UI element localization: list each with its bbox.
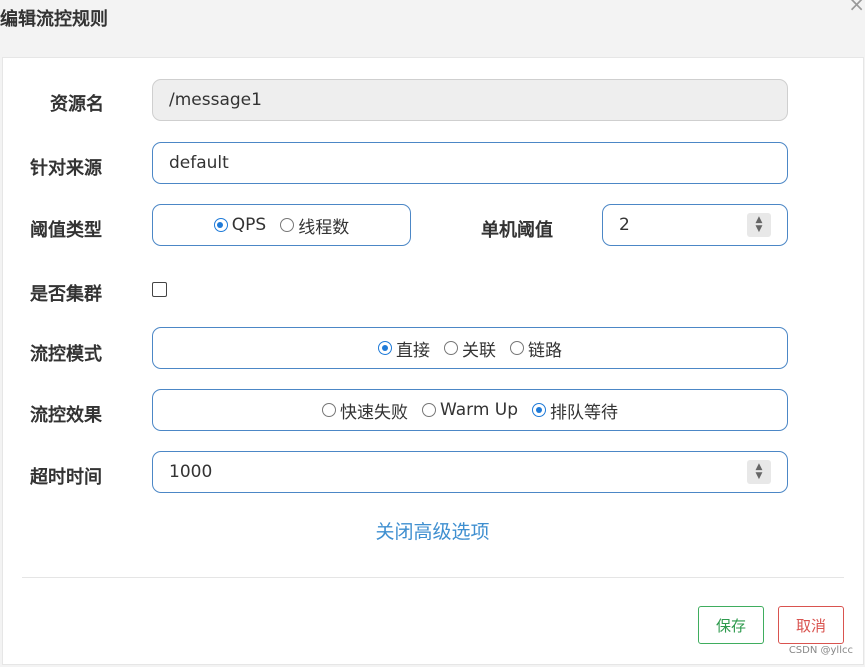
resource-input <box>169 80 743 120</box>
strategy-option-direct-label: 直接 <box>396 340 430 361</box>
behavior-option-warm-up-label: Warm Up <box>439 400 519 420</box>
timeout-input[interactable] <box>169 452 709 492</box>
behavior-option-warm-up[interactable]: Warm Up <box>421 400 519 420</box>
strategy-option-chain[interactable]: 链路 <box>510 336 562 361</box>
strategy-radio-group: 直接 关联 链路 <box>152 327 788 369</box>
limit-app-label: 针对来源 <box>30 158 102 179</box>
radio-unchecked-icon[interactable] <box>280 218 295 232</box>
radio-checked-icon[interactable] <box>213 218 228 232</box>
radio-unchecked-icon[interactable] <box>510 341 524 355</box>
count-field[interactable]: ▲ ▼ <box>602 204 788 246</box>
resource-field <box>152 79 788 121</box>
chevron-down-icon[interactable]: ▼ <box>756 225 763 234</box>
radio-unchecked-icon[interactable] <box>321 403 336 417</box>
timeout-stepper[interactable]: ▲ ▼ <box>747 460 771 484</box>
count-label: 单机阈值 <box>481 220 553 241</box>
grade-radio-group: QPS 线程数 <box>152 204 411 246</box>
resource-label: 资源名 <box>50 94 104 115</box>
limit-app-input[interactable] <box>169 143 743 183</box>
radio-checked-icon[interactable] <box>378 341 392 355</box>
grade-option-thread-label: 线程数 <box>298 217 350 238</box>
chevron-down-icon[interactable]: ▼ <box>756 472 763 481</box>
grade-label: 阈值类型 <box>30 220 102 241</box>
watermark: CSDN @yllcc <box>788 645 853 656</box>
timeout-label: 超时时间 <box>30 467 102 488</box>
behavior-option-queue-label: 排队等待 <box>550 402 619 423</box>
dialog-title: 编辑流控规则 <box>0 9 108 30</box>
divider <box>22 577 844 578</box>
behavior-option-queue[interactable]: 排队等待 <box>532 398 618 423</box>
grade-option-qps[interactable]: QPS <box>213 215 267 235</box>
strategy-label: 流控模式 <box>30 344 102 365</box>
strategy-option-relate-label: 关联 <box>462 340 496 361</box>
cluster-label: 是否集群 <box>30 284 102 305</box>
save-button[interactable]: 保存 <box>698 606 764 644</box>
radio-unchecked-icon[interactable] <box>444 341 458 355</box>
strategy-option-direct[interactable]: 直接 <box>378 336 430 361</box>
grade-option-qps-label: QPS <box>231 215 267 235</box>
behavior-option-fail-fast[interactable]: 快速失败 <box>321 398 408 423</box>
radio-unchecked-icon[interactable] <box>421 403 436 417</box>
toggle-advanced-link[interactable]: 关闭高级选项 <box>0 517 865 544</box>
cancel-button[interactable]: 取消 <box>778 606 844 644</box>
control-behavior-radio-group: 快速失败 Warm Up 排队等待 <box>152 389 788 431</box>
behavior-option-fail-fast-label: 快速失败 <box>339 402 408 423</box>
strategy-option-chain-label: 链路 <box>528 340 562 361</box>
grade-option-thread[interactable]: 线程数 <box>280 213 349 238</box>
cluster-checkbox[interactable] <box>152 282 167 297</box>
radio-checked-icon[interactable] <box>532 403 547 417</box>
close-icon[interactable]: × <box>848 0 865 16</box>
strategy-option-relate[interactable]: 关联 <box>444 336 496 361</box>
count-input[interactable] <box>619 205 729 245</box>
limit-app-field[interactable] <box>152 142 788 184</box>
timeout-field[interactable]: ▲ ▼ <box>152 451 788 493</box>
control-behavior-label: 流控效果 <box>30 405 102 426</box>
count-stepper[interactable]: ▲ ▼ <box>747 213 771 237</box>
